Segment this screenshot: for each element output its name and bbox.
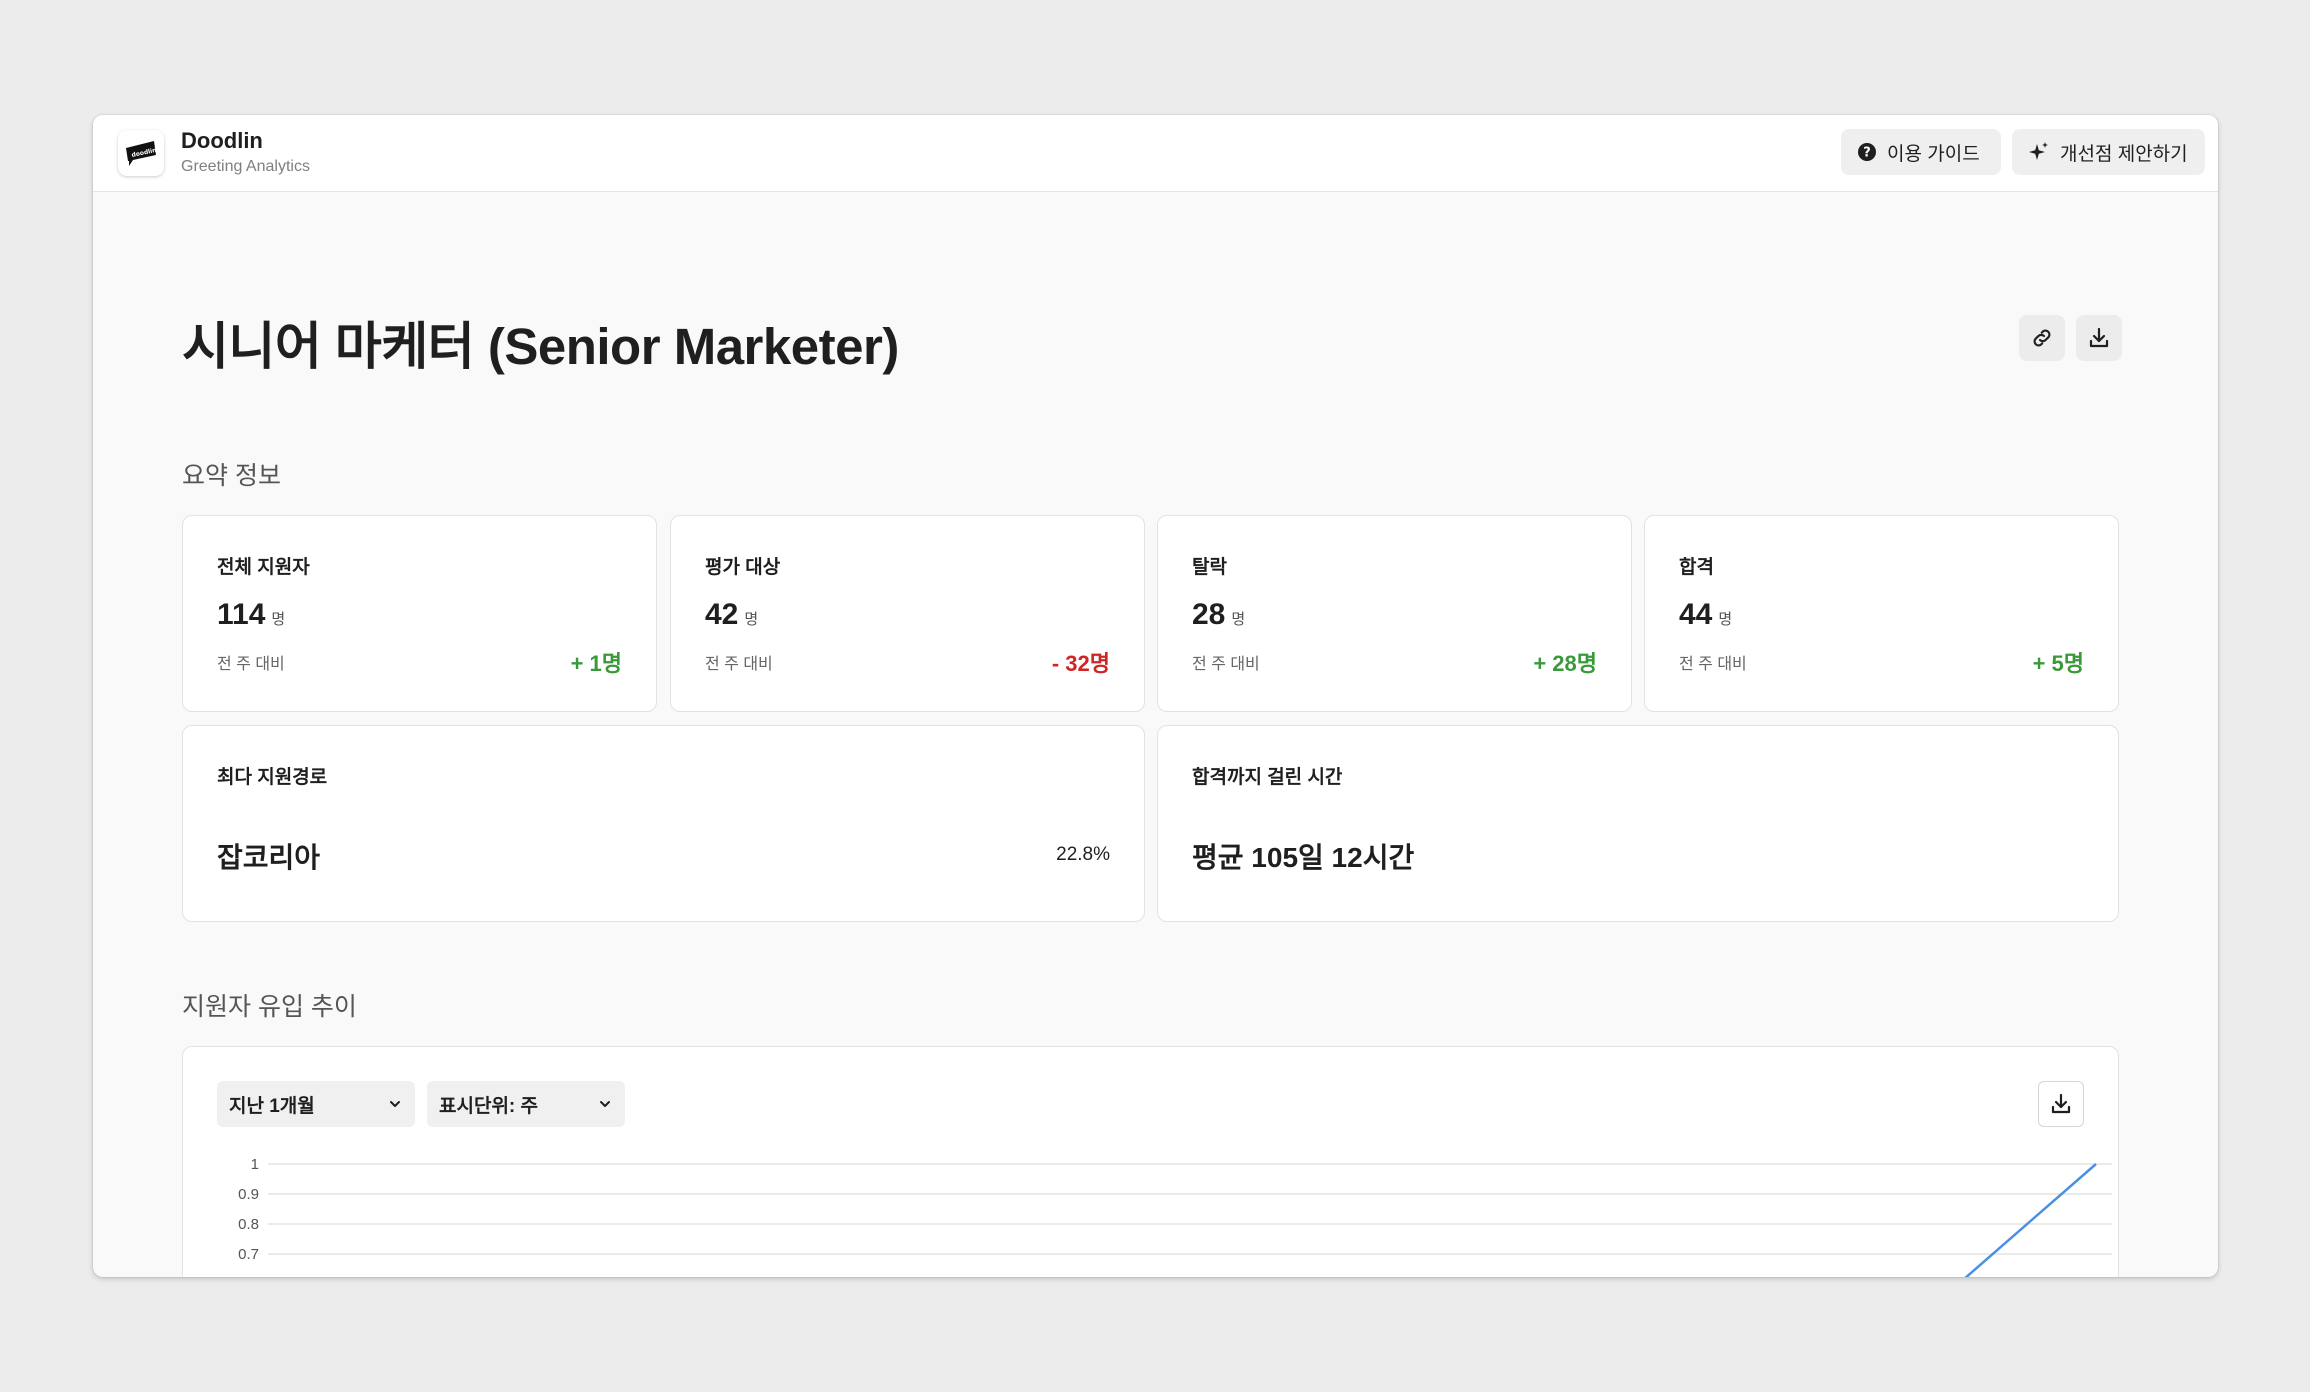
time-to-hire-value: 평균 105일 12시간 bbox=[1192, 842, 1415, 873]
y-tick-label: 0.8 bbox=[238, 1216, 259, 1233]
brand-subtitle: Greeting Analytics bbox=[181, 158, 310, 175]
download-icon bbox=[2089, 327, 2109, 348]
stat-label: 탈락 bbox=[1192, 557, 1227, 578]
top-channel-label: 최다 지원경로 bbox=[217, 767, 328, 788]
stat-compare-label: 전 주 대비 bbox=[1192, 656, 1260, 673]
stat-delta: + 28명 bbox=[1533, 651, 1597, 676]
stat-value: 44 명 bbox=[1679, 598, 1733, 631]
guide-button-label: 이용 가이드 bbox=[1887, 143, 1980, 165]
stat-label: 전체 지원자 bbox=[217, 557, 310, 578]
download-report-button[interactable] bbox=[2076, 315, 2122, 361]
stat-value: 114 명 bbox=[217, 598, 286, 631]
stat-value: 42 명 bbox=[705, 598, 759, 631]
top-channel-card: 최다 지원경로 잡코리아 22.8% bbox=[182, 725, 1145, 922]
doodlin-logo[interactable]: doodlin bbox=[118, 130, 164, 176]
stat-compare-label: 전 주 대비 bbox=[705, 656, 773, 673]
suggest-improvement-button[interactable]: 개선점 제안하기 bbox=[2012, 129, 2205, 175]
time-to-hire-label: 합격까지 걸린 시간 bbox=[1192, 767, 1343, 788]
top-channel-value: 잡코리아 bbox=[217, 842, 321, 873]
stat-label: 합격 bbox=[1679, 557, 1714, 578]
stat-card-under-review: 평가 대상 42 명 전 주 대비 - 32명 bbox=[670, 515, 1145, 712]
top-bar: doodlin Doodlin Greeting Analytics ? 이용 … bbox=[93, 115, 2218, 192]
stat-card-passed: 합격 44 명 전 주 대비 + 5명 bbox=[1644, 515, 2119, 712]
stat-label: 평가 대상 bbox=[705, 557, 781, 578]
copy-link-button[interactable] bbox=[2019, 315, 2065, 361]
trend-line-chart: 1 0.9 0.8 0.7 bbox=[238, 1156, 2112, 1277]
trend-chart-card: 지난 1개월 표시단위: 주 1 0.9 0.8 0.7 bbox=[182, 1046, 2119, 1277]
trend-section-title: 지원자 유입 추이 bbox=[182, 993, 357, 1021]
svg-text:?: ? bbox=[1863, 146, 1871, 161]
app-window: doodlin Doodlin Greeting Analytics ? 이용 … bbox=[93, 115, 2218, 1277]
stat-delta: - 32명 bbox=[1051, 651, 1110, 676]
brand-name: Doodlin bbox=[181, 128, 263, 153]
series-line bbox=[1964, 1163, 2097, 1277]
top-channel-percent: 22.8% bbox=[1056, 844, 1110, 865]
link-icon bbox=[2033, 329, 2051, 347]
summary-section-title: 요약 정보 bbox=[182, 462, 281, 490]
time-to-hire-card: 합격까지 걸린 시간 평균 105일 12시간 bbox=[1157, 725, 2119, 922]
y-tick-label: 0.7 bbox=[238, 1246, 259, 1263]
page-title: 시니어 마케터 (Senior Marketer) bbox=[182, 318, 899, 375]
stat-delta: + 1명 bbox=[570, 651, 622, 676]
stat-delta: + 5명 bbox=[2032, 651, 2084, 676]
stat-compare-label: 전 주 대비 bbox=[1679, 656, 1747, 673]
logo-icon: doodlin bbox=[126, 141, 157, 166]
guide-button[interactable]: ? 이용 가이드 bbox=[1841, 129, 2001, 175]
stat-card-rejected: 탈락 28 명 전 주 대비 + 28명 bbox=[1157, 515, 1632, 712]
y-tick-label: 0.9 bbox=[238, 1186, 259, 1203]
stat-card-total-applicants: 전체 지원자 114 명 전 주 대비 + 1명 bbox=[182, 515, 657, 712]
sparkle-icon bbox=[2029, 142, 2048, 160]
question-circle-icon: ? bbox=[1858, 143, 1876, 161]
stat-compare-label: 전 주 대비 bbox=[217, 656, 285, 673]
stat-value: 28 명 bbox=[1192, 598, 1246, 631]
y-tick-label: 1 bbox=[251, 1156, 259, 1173]
suggest-button-label: 개선점 제안하기 bbox=[2060, 143, 2188, 165]
